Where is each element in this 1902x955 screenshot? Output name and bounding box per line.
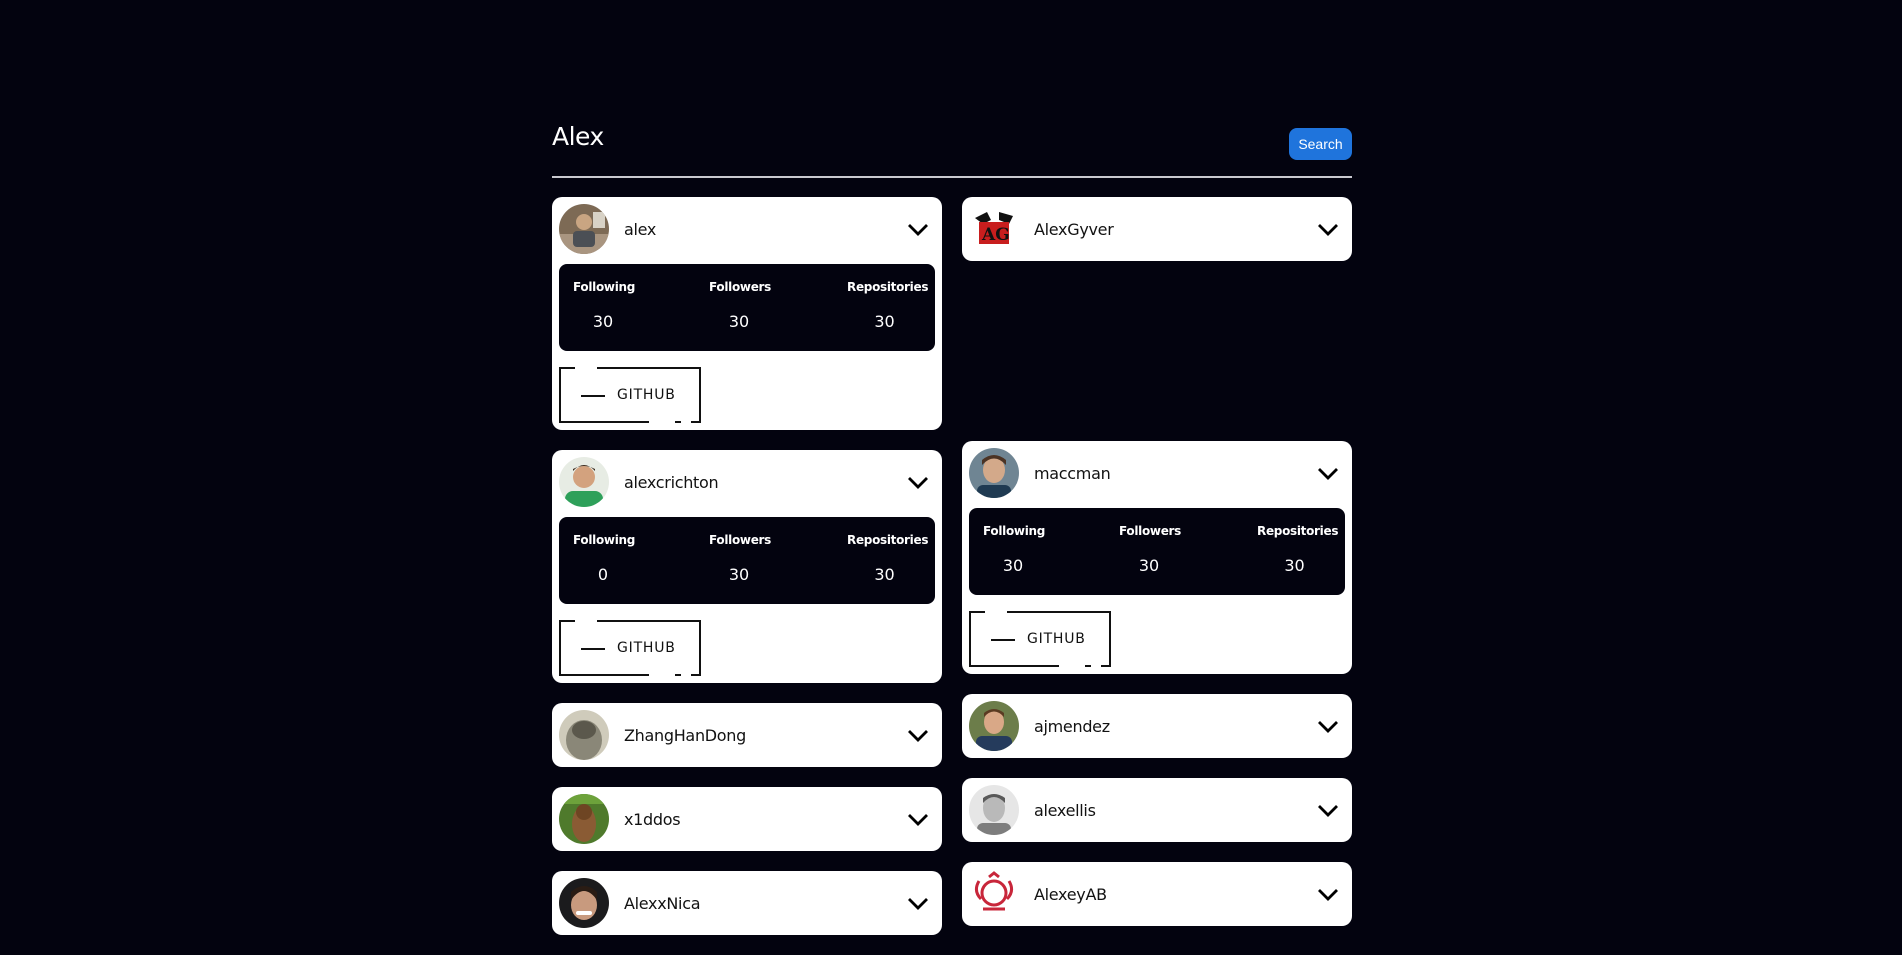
stat-label: Following — [573, 533, 636, 547]
dash-icon — [581, 648, 605, 650]
stat-label: Following — [983, 524, 1046, 538]
avatar — [559, 710, 609, 760]
username: AlexxNica — [624, 893, 701, 913]
github-button-label: GITHUB — [1027, 631, 1086, 647]
username: alex — [624, 219, 657, 239]
user-card-header[interactable]: AlexeyAB — [969, 869, 1345, 919]
stat-following: Following 30 — [573, 280, 636, 331]
search-bar: Search — [552, 116, 1352, 178]
user-stats-panel: Following 0 Followers 30 Repositories 30 — [559, 517, 935, 604]
chevron-down-icon[interactable] — [1317, 220, 1339, 238]
dash-icon — [991, 639, 1015, 641]
avatar — [559, 457, 609, 507]
stat-value: 30 — [874, 312, 895, 331]
github-button[interactable]: GITHUB — [559, 620, 701, 676]
user-card-header[interactable]: AG AlexGyver — [969, 204, 1345, 254]
avatar — [969, 701, 1019, 751]
github-button[interactable]: GITHUB — [969, 611, 1111, 667]
stat-followers: Followers 30 — [709, 533, 772, 584]
user-stats-panel: Following 30 Followers 30 Repositories 3… — [559, 264, 935, 351]
dash-icon — [581, 395, 605, 397]
stat-repositories: Repositories 30 — [847, 533, 929, 584]
chevron-down-icon[interactable] — [907, 220, 929, 238]
avatar — [559, 878, 609, 928]
chevron-down-icon[interactable] — [907, 810, 929, 828]
chevron-down-icon[interactable] — [907, 894, 929, 912]
results-column-right: AG AlexGyver maccman Following 30 Follow… — [962, 197, 1352, 946]
chevron-down-icon[interactable] — [1317, 717, 1339, 735]
stat-value: 30 — [592, 312, 614, 331]
username: maccman — [1034, 463, 1111, 483]
user-card-header[interactable]: alex — [559, 204, 935, 254]
stat-repositories: Repositories 30 — [847, 280, 929, 331]
user-card-header[interactable]: maccman — [969, 448, 1345, 498]
username: alexellis — [1034, 800, 1096, 820]
user-card: AlexeyAB — [962, 862, 1352, 926]
avatar — [559, 204, 609, 254]
user-card: ZhangHanDong — [552, 703, 942, 767]
user-card: alex Following 30 Followers 30 Repositor… — [552, 197, 942, 430]
chevron-down-icon[interactable] — [1317, 885, 1339, 903]
user-card-header[interactable]: ZhangHanDong — [559, 710, 935, 760]
results-column-left: alex Following 30 Followers 30 Repositor… — [552, 197, 942, 955]
stat-value: 30 — [1002, 556, 1024, 575]
stat-followers: Followers 30 — [709, 280, 772, 331]
user-card-header[interactable]: x1ddos — [559, 794, 935, 844]
user-card: alexellis — [962, 778, 1352, 842]
user-card-header[interactable]: ajmendez — [969, 701, 1345, 751]
stat-label: Following — [573, 280, 636, 294]
avatar — [969, 785, 1019, 835]
user-card: maccman Following 30 Followers 30 Reposi… — [962, 441, 1352, 674]
avatar — [969, 869, 1019, 919]
username: x1ddos — [624, 809, 681, 829]
username: ZhangHanDong — [624, 725, 746, 745]
user-card-header[interactable]: alexcrichton — [559, 457, 935, 507]
user-card: AG AlexGyver — [962, 197, 1352, 261]
user-card-header[interactable]: AlexxNica — [559, 878, 935, 928]
stat-label: Followers — [1119, 524, 1182, 538]
stat-value: 30 — [728, 312, 750, 331]
stat-value: 30 — [1138, 556, 1160, 575]
user-card: alexcrichton Following 0 Followers 30 Re… — [552, 450, 942, 683]
avatar — [559, 794, 609, 844]
chevron-down-icon[interactable] — [1317, 464, 1339, 482]
username: ajmendez — [1034, 716, 1110, 736]
chevron-down-icon[interactable] — [1317, 801, 1339, 819]
username: AlexeyAB — [1034, 884, 1107, 904]
username: AlexGyver — [1034, 219, 1114, 239]
user-card: AlexxNica — [552, 871, 942, 935]
avatar — [969, 448, 1019, 498]
user-card-header[interactable]: alexellis — [969, 785, 1345, 835]
stat-label: Repositories — [847, 280, 929, 294]
stat-value: 30 — [728, 565, 750, 584]
svg-text:AG: AG — [981, 225, 1010, 245]
stat-label: Repositories — [1257, 524, 1339, 538]
stat-label: Repositories — [847, 533, 929, 547]
search-input[interactable] — [552, 116, 1232, 156]
username: alexcrichton — [624, 472, 719, 492]
stat-label: Followers — [709, 533, 772, 547]
search-button[interactable]: Search — [1289, 128, 1352, 160]
stat-following: Following 0 — [573, 533, 636, 584]
user-card: x1ddos — [552, 787, 942, 851]
user-stats-panel: Following 30 Followers 30 Repositories 3… — [969, 508, 1345, 595]
stat-following: Following 30 — [983, 524, 1046, 575]
stat-value: 30 — [1284, 556, 1305, 575]
stat-value: 30 — [874, 565, 895, 584]
stat-followers: Followers 30 — [1119, 524, 1182, 575]
stat-label: Followers — [709, 280, 772, 294]
avatar: AG — [969, 204, 1019, 254]
user-card: ajmendez — [962, 694, 1352, 758]
github-button-label: GITHUB — [617, 640, 676, 656]
chevron-down-icon[interactable] — [907, 726, 929, 744]
chevron-down-icon[interactable] — [907, 473, 929, 491]
github-button-label: GITHUB — [617, 387, 676, 403]
search-panel: Search alex — [552, 116, 1352, 935]
stat-value: 0 — [597, 565, 609, 584]
stat-repositories: Repositories 30 — [1257, 524, 1339, 575]
github-button[interactable]: GITHUB — [559, 367, 701, 423]
